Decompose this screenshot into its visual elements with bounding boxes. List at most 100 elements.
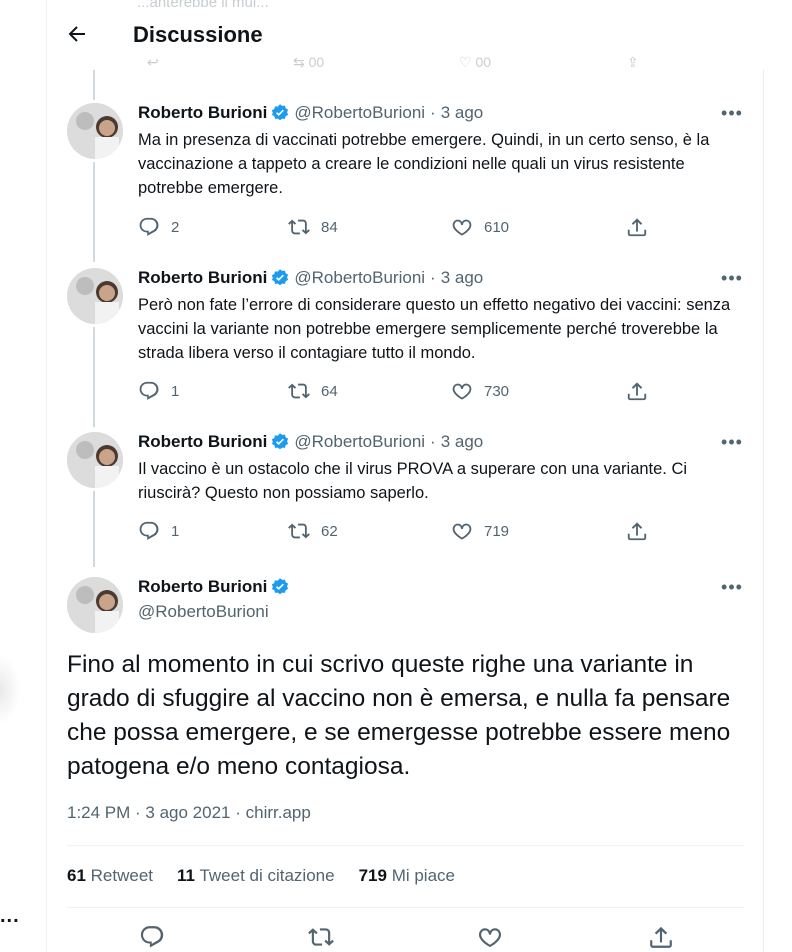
- verified-badge-icon: [270, 432, 290, 452]
- retweet-button[interactable]: 64: [288, 380, 338, 402]
- thread-connector: [93, 70, 95, 100]
- like-button[interactable]: [477, 924, 503, 952]
- retweets-label: Retweet: [90, 866, 154, 885]
- avatar[interactable]: [67, 432, 123, 488]
- tweet-actions: 1 64 730: [138, 380, 658, 404]
- reply-icon: [139, 217, 159, 236]
- like-button[interactable]: 730: [451, 380, 509, 402]
- heart-icon: [478, 928, 502, 948]
- page-title: Discussione: [133, 22, 263, 47]
- avatar[interactable]: [67, 268, 123, 324]
- divider: [67, 907, 744, 908]
- verified-badge-icon: [270, 103, 290, 123]
- background-more-icon[interactable]: ...: [0, 905, 20, 928]
- top-bar: ...anterebbe il mul... ↩ ⇆ 00 ♡ 00 ⇪ Dis…: [47, 0, 764, 70]
- share-button[interactable]: [626, 520, 659, 542]
- retweet-icon: [288, 219, 310, 235]
- reply-count: 1: [171, 382, 180, 400]
- share-button[interactable]: [648, 924, 674, 952]
- reply-button[interactable]: 1: [138, 380, 179, 402]
- author-handle[interactable]: @RobertoBurioni: [294, 432, 425, 452]
- reply-icon: [139, 521, 159, 540]
- avatar[interactable]: [67, 103, 123, 159]
- retweet-icon: [288, 383, 310, 399]
- reply-button[interactable]: 1: [138, 520, 179, 542]
- tweet-actions: 2 84 610: [138, 216, 658, 240]
- retweet-icon: [308, 928, 334, 946]
- like-count: 610: [484, 218, 510, 236]
- thread-connector: [93, 327, 95, 427]
- retweets-count: 61: [67, 866, 86, 885]
- share-button[interactable]: [626, 380, 659, 402]
- share-icon: [627, 382, 647, 401]
- heart-icon: [452, 383, 472, 400]
- likes-stat[interactable]: 719 Mi piace: [359, 866, 455, 886]
- share-button[interactable]: [626, 216, 659, 238]
- more-options-icon[interactable]: •••: [720, 432, 744, 452]
- retweet-count: 84: [321, 218, 338, 236]
- retweet-button[interactable]: 62: [288, 520, 338, 542]
- share-icon: [650, 926, 672, 948]
- more-options-icon[interactable]: •••: [720, 103, 744, 123]
- separator-dot: ·: [430, 268, 436, 287]
- likes-count: 719: [358, 866, 387, 885]
- author-handle[interactable]: @RobertoBurioni: [138, 602, 269, 622]
- tweet-timestamp[interactable]: 1:24 PM · 3 ago 2021 · chirr.app: [67, 803, 311, 823]
- reply-icon: [139, 381, 159, 400]
- verified-badge-icon: [270, 577, 290, 597]
- author-name[interactable]: Roberto Burioni: [138, 103, 267, 123]
- more-options-icon[interactable]: •••: [720, 577, 744, 597]
- like-count: 719: [484, 522, 510, 540]
- like-button[interactable]: 610: [451, 216, 509, 238]
- tweet-time[interactable]: 3 ago: [441, 432, 484, 452]
- reply-button[interactable]: [139, 924, 165, 952]
- tweet-time[interactable]: 3 ago: [441, 103, 484, 123]
- tweet-text: Il vaccino è un ostacolo che il virus PR…: [138, 460, 688, 502]
- author-handle[interactable]: @RobertoBurioni: [294, 103, 425, 123]
- likes-label: Mi piace: [391, 866, 455, 885]
- reply-icon: [140, 926, 164, 948]
- tweet-stats: 61 Retweet 11 Tweet di citazione 719 Mi …: [67, 866, 479, 886]
- author-name[interactable]: Roberto Burioni: [138, 577, 267, 597]
- background-page: [0, 0, 46, 952]
- retweet-button[interactable]: [308, 924, 334, 952]
- author-name[interactable]: Roberto Burioni: [138, 432, 267, 452]
- share-icon: [627, 522, 647, 541]
- back-arrow-icon[interactable]: [65, 22, 93, 50]
- retweet-icon: [288, 523, 310, 539]
- like-button[interactable]: 719: [451, 520, 509, 542]
- author-handle[interactable]: @RobertoBurioni: [294, 268, 425, 288]
- conversation-column: ...anterebbe il mul... ↩ ⇆ 00 ♡ 00 ⇪ Dis…: [46, 0, 764, 952]
- tweet-time[interactable]: 3 ago: [441, 268, 484, 288]
- tweet-text: Ma in presenza di vaccinati potrebbe eme…: [138, 131, 710, 197]
- quotes-count: 11: [177, 866, 196, 885]
- retweet-count: 64: [321, 382, 338, 400]
- more-options-icon[interactable]: •••: [720, 268, 744, 288]
- retweet-count: 62: [321, 522, 338, 540]
- background-blur: [0, 655, 20, 725]
- quotes-stat[interactable]: 11 Tweet di citazione: [177, 866, 335, 886]
- reply-count: 2: [171, 218, 180, 236]
- reply-count: 1: [171, 522, 180, 540]
- scrollbar-edge[interactable]: [763, 0, 764, 952]
- tweet-actions: 1 62 719: [138, 520, 658, 544]
- scrolled-ghost-actions: ↩ ⇆ 00 ♡ 00 ⇪: [147, 54, 639, 70]
- reply-button[interactable]: 2: [138, 216, 179, 238]
- retweets-stat[interactable]: 61 Retweet: [67, 866, 153, 886]
- separator-dot: ·: [430, 432, 436, 451]
- author-name[interactable]: Roberto Burioni: [138, 268, 267, 288]
- retweet-button[interactable]: 84: [288, 216, 338, 238]
- quotes-label: Tweet di citazione: [199, 866, 335, 885]
- heart-icon: [452, 219, 472, 236]
- heart-icon: [452, 523, 472, 540]
- separator-dot: ·: [430, 103, 436, 122]
- tweet-text: Però non fate l’errore di considerare qu…: [138, 296, 731, 362]
- thread-connector: [93, 491, 95, 567]
- thread-connector: [93, 162, 95, 262]
- share-icon: [627, 218, 647, 237]
- like-count: 730: [484, 382, 510, 400]
- avatar[interactable]: [67, 577, 123, 633]
- main-tweet-actions: [47, 924, 764, 952]
- scrolled-ghost-text: ...anterebbe il mul...: [137, 0, 269, 11]
- main-tweet-text: Fino al momento in cui scrivo queste rig…: [67, 651, 731, 780]
